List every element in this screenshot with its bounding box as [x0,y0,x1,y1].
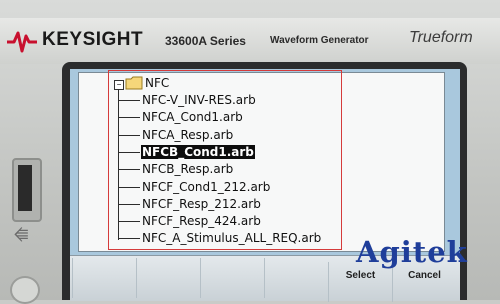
product-line: Trueform [409,29,473,46]
file-item[interactable]: NFCF_Cond1_212.arb [141,180,271,194]
folder-label[interactable]: NFC [145,76,169,90]
softkey-1[interactable] [72,258,136,298]
model-number: 33600A Series [165,34,246,48]
collapse-icon[interactable]: − [114,80,124,90]
tree-connector [118,203,140,205]
file-item[interactable]: NFC-V_INV-RES.arb [141,93,257,107]
file-item[interactable]: NFCF_Resp_424.arb [141,214,262,228]
model-subtitle: Waveform Generator [270,35,369,46]
softkey-3[interactable] [200,258,264,298]
watermark-logo: Agitek [356,235,468,269]
file-item[interactable]: NFCB_Resp.arb [141,162,234,176]
brand-name: KEYSIGHT [42,29,144,50]
tree-connector [118,169,140,171]
file-item[interactable]: NFCA_Resp.arb [141,128,234,142]
file-item-selected[interactable]: NFCB_Cond1.arb [141,144,255,159]
file-item[interactable]: NFC_A_Stimulus_ALL_REQ.arb [141,231,322,245]
tree-connector [118,221,140,223]
tree-connector [118,134,140,136]
tree-connector [118,186,140,188]
file-item[interactable]: NFCF_Resp_212.arb [141,197,262,211]
tree-connector [118,238,140,240]
softkey-2[interactable] [136,258,200,298]
tree-connector [118,117,140,119]
tree-connector [118,100,140,101]
usb-slot [18,165,32,211]
usb-icon: ⭅ [14,228,29,245]
keysight-wave-icon [7,31,37,53]
tree-connector [118,151,140,153]
tree-connector [118,89,119,240]
folder-icon [125,76,143,90]
softkey-4[interactable] [264,258,328,298]
file-item[interactable]: NFCA_Cond1.arb [141,110,244,124]
